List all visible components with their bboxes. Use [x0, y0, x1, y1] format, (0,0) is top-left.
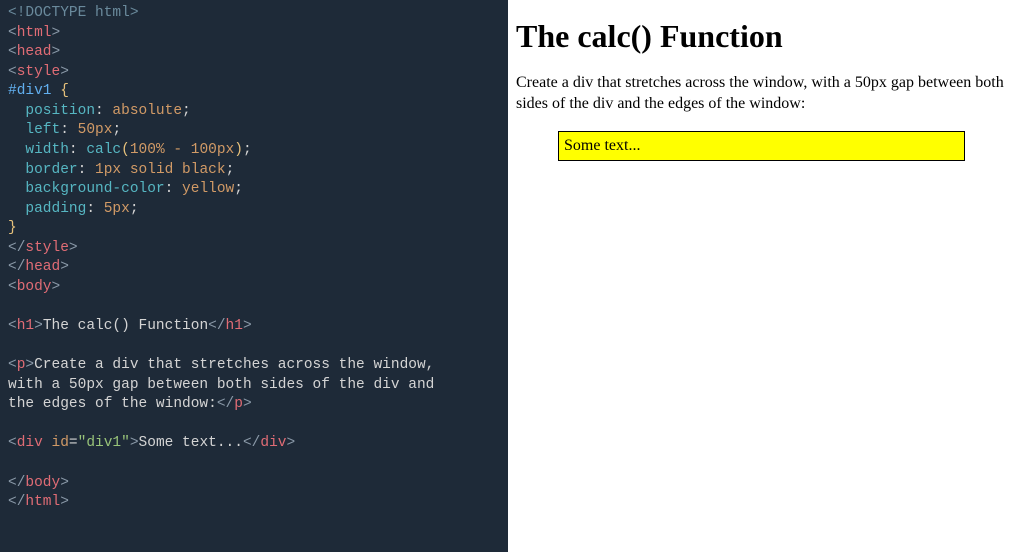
- preview-pane: The calc() Function Create a div that st…: [508, 0, 1015, 552]
- preview-div1: Some text...: [558, 131, 965, 161]
- preview-heading: The calc() Function: [516, 18, 1007, 55]
- preview-paragraph: Create a div that stretches across the w…: [516, 73, 1007, 115]
- code-editor[interactable]: <!DOCTYPE html> <html> <head> <style> #d…: [0, 0, 508, 552]
